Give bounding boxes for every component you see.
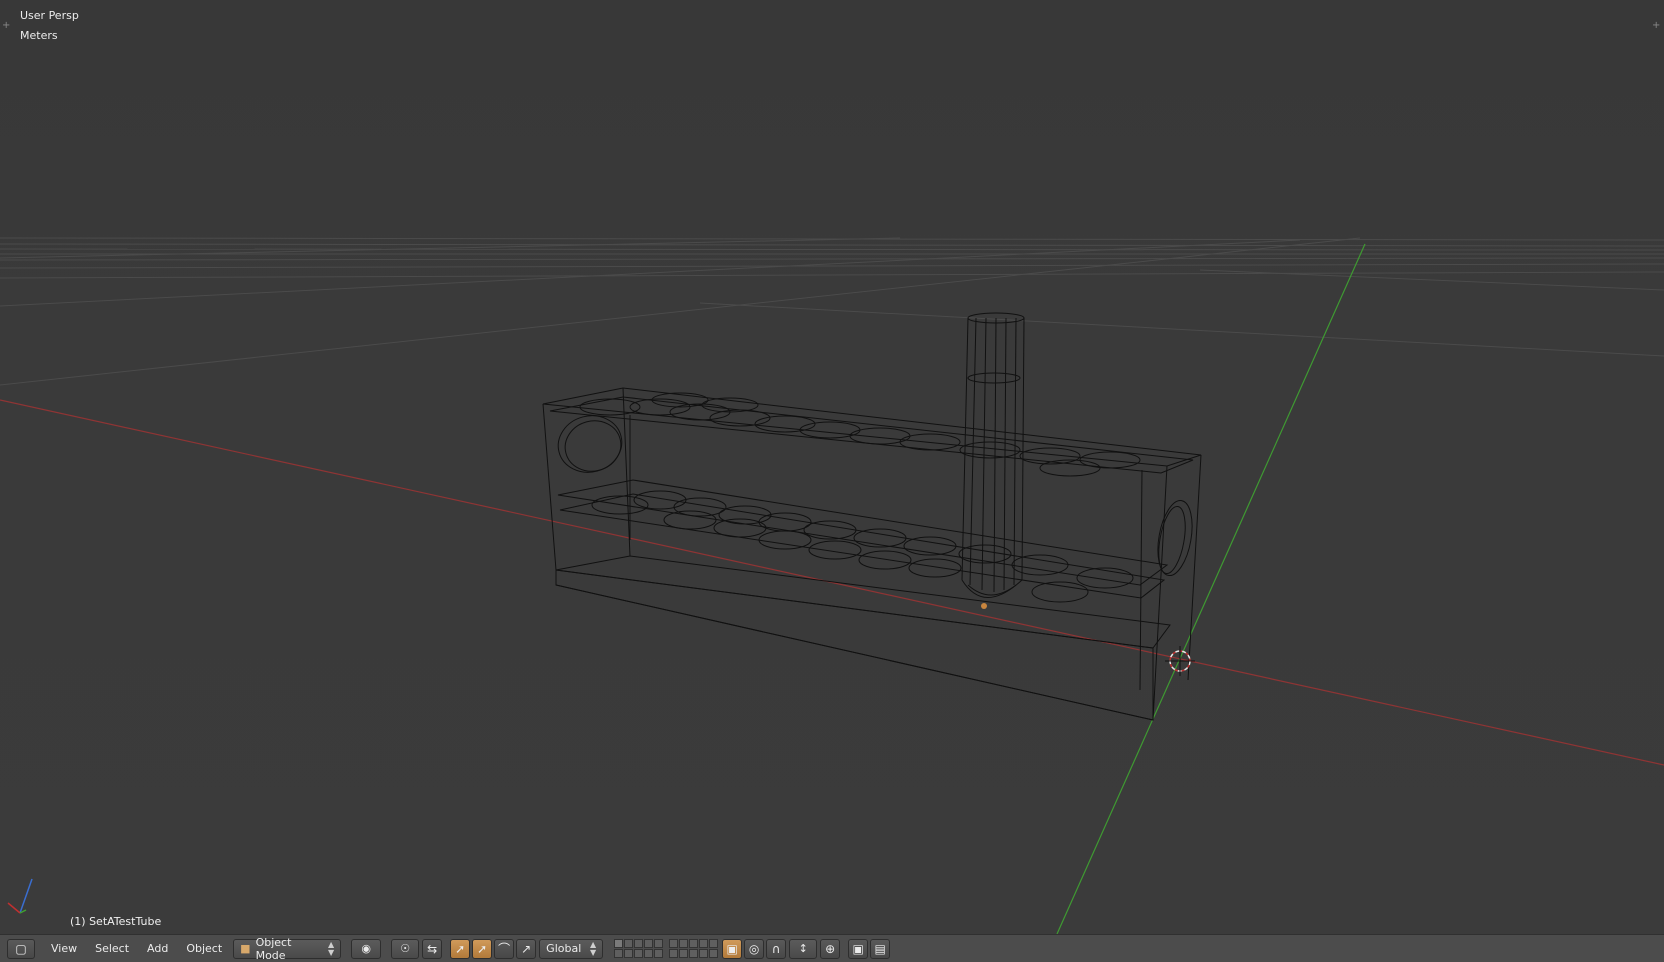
proportional-edit-button[interactable]: ◎ <box>744 938 765 959</box>
test-tube-rack[interactable] <box>542 387 1202 721</box>
rotate-arc-icon: ⌒ <box>498 942 511 956</box>
cube-icon: ▢ <box>15 941 27 956</box>
manipulator-icon: ⇆ <box>427 941 438 956</box>
scale-button[interactable]: ↗ <box>516 938 537 959</box>
render-animation-button[interactable]: ▤ <box>870 938 891 959</box>
x-axis-line <box>0 399 1664 766</box>
proportional-edit-icon: ◎ <box>748 941 760 956</box>
active-object-label: (1) SetATestTube <box>70 915 162 928</box>
viewport-shading-dropdown[interactable]: ◉ <box>351 938 382 959</box>
snap-element-dropdown[interactable]: ↕ <box>789 938 818 959</box>
region-split-handle-left[interactable]: + <box>2 20 12 31</box>
3d-cursor[interactable] <box>1165 646 1195 676</box>
scale-icon: ↗ <box>521 941 532 956</box>
clapperboard-icon: ▤ <box>874 941 886 956</box>
scene-svg[interactable] <box>0 0 1664 934</box>
mode-dropdown[interactable]: ■ Object Mode ▲ ▼ <box>233 935 342 962</box>
top-holes <box>579 392 1141 477</box>
mode-cube-icon: ■ <box>240 942 251 955</box>
snap-target-button[interactable]: ⊕ <box>820 938 841 959</box>
orientation-label: Global <box>546 942 582 955</box>
lock-icon: ▣ <box>726 941 738 956</box>
snap-element-icon: ↕ <box>798 942 808 955</box>
floor-grid <box>0 237 1664 386</box>
3d-viewport[interactable]: User Persp Meters (1) SetATestTube + + <box>0 0 1664 934</box>
render-opengl-button[interactable]: ▣ <box>848 938 869 959</box>
camera-icon: ▣ <box>852 941 864 956</box>
view-name-label: User Persp <box>20 9 79 22</box>
translate-button[interactable]: ➚ <box>450 938 471 959</box>
menu-add[interactable]: Add <box>138 939 177 959</box>
sphere-icon: ◉ <box>361 942 371 955</box>
axis-gizmo <box>7 878 33 914</box>
layers-grid-a[interactable] <box>614 939 664 958</box>
menu-view[interactable]: View <box>42 939 86 959</box>
mode-label: Object Mode <box>255 935 292 962</box>
transform-orientation-dropdown[interactable]: Global ▲ ▼ <box>539 938 604 959</box>
y-axis-line <box>1056 243 1366 934</box>
snap-target-icon: ⊕ <box>825 941 836 956</box>
pivot-point-dropdown[interactable]: ☉ <box>391 938 420 959</box>
rotate-button[interactable]: ➚ <box>472 938 493 959</box>
lock-layers-button[interactable]: ▣ <box>722 938 743 959</box>
magnet-icon: ∩ <box>771 941 781 956</box>
orientation-arrows-icon: ▲ ▼ <box>590 939 597 957</box>
dropdown-arrows-icon: ▲ ▼ <box>328 939 335 957</box>
rotate-mode-button[interactable]: ⌒ <box>494 938 515 959</box>
layers-grid-b[interactable] <box>669 939 719 958</box>
menu-object[interactable]: Object <box>177 939 231 959</box>
menu-select[interactable]: Select <box>86 939 138 959</box>
snap-toggle[interactable]: ∩ <box>766 938 787 959</box>
units-label: Meters <box>20 29 58 42</box>
rotate-icon: ➚ <box>477 941 488 956</box>
pivot-icon: ☉ <box>400 942 411 955</box>
object-origin <box>981 603 987 609</box>
region-split-handle-right[interactable]: + <box>1652 20 1662 31</box>
editor-type-button[interactable]: ▢ <box>7 938 35 959</box>
viewport-header: ▢ View Select Add Object ■ Object Mode ▲… <box>0 934 1664 962</box>
test-tube[interactable] <box>961 312 1025 598</box>
translate-icon: ➚ <box>455 941 466 956</box>
manipulator-toggle[interactable]: ⇆ <box>422 938 443 959</box>
